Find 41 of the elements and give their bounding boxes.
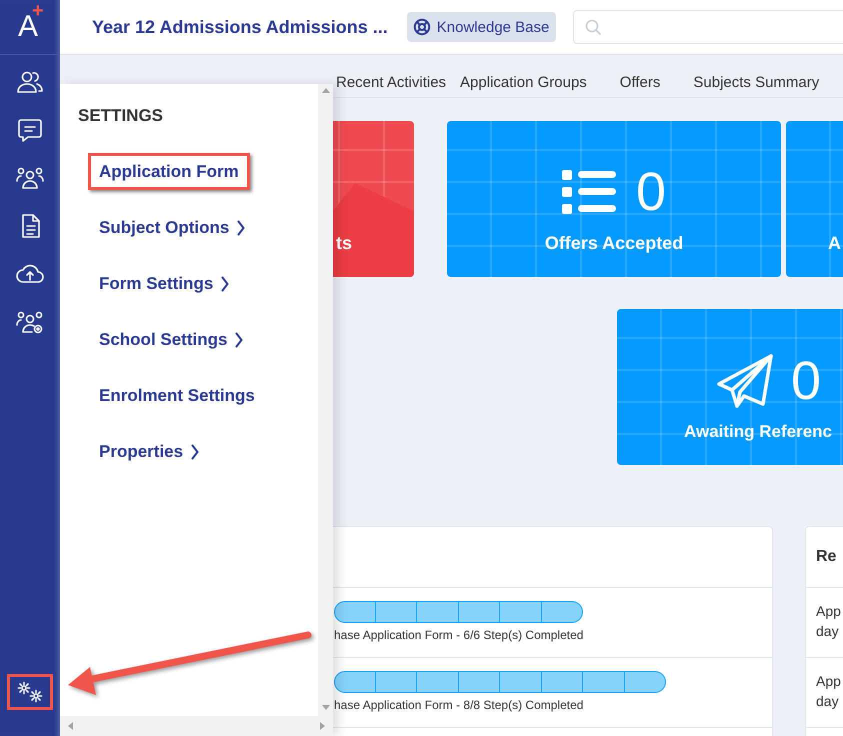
menu-item[interactable]: Form Settings	[99, 265, 230, 302]
menu-item[interactable]: Application Form	[88, 153, 250, 190]
row-text: App	[816, 603, 842, 619]
card-value: 0	[791, 354, 822, 408]
settings-button[interactable]	[7, 674, 53, 710]
menu-item[interactable]: School Settings	[99, 321, 244, 358]
row-text: day	[816, 623, 840, 639]
tab[interactable]: Recent Activities	[336, 62, 446, 90]
lifebuoy-icon	[412, 18, 431, 36]
menu-title: SETTINGS	[78, 106, 164, 126]
card-label: A	[828, 233, 841, 254]
menu-item[interactable]: Enrolment Settings	[99, 377, 255, 414]
panel-title: Re	[816, 548, 836, 566]
list-icon	[562, 169, 618, 215]
gears-icon	[15, 680, 45, 704]
menu-item[interactable]: Subject Options	[99, 209, 246, 246]
progress-text: hase Application Form - 8/8 Step(s) Completed	[334, 698, 584, 712]
chevron-right-icon	[235, 332, 244, 348]
chevron-right-icon	[191, 444, 200, 460]
card-label: ts	[336, 233, 352, 254]
scroll-right-icon	[320, 722, 325, 730]
paper-plane-icon	[717, 354, 773, 408]
row-text: day	[816, 693, 840, 709]
search-icon	[585, 19, 602, 35]
tab[interactable]: Subjects Summary	[693, 62, 820, 90]
card-label: Offers Accepted	[544, 233, 684, 254]
row-text: App	[816, 673, 842, 689]
tab[interactable]: Offers	[620, 62, 660, 90]
menu-item[interactable]: Properties	[99, 433, 200, 470]
chevron-right-icon	[221, 276, 230, 292]
scroll-left-icon	[68, 722, 73, 730]
tab[interactable]: Application Groups	[460, 62, 587, 90]
page-title: Year 12 Admissions Admissions ...	[92, 16, 388, 38]
chevron-right-icon	[237, 220, 246, 236]
scroll-up-icon	[322, 88, 330, 93]
progress-text: hase Application Form - 6/6 Step(s) Completed	[334, 628, 584, 642]
card-label: Awaiting Referenc	[684, 422, 832, 442]
search-field[interactable]	[573, 10, 843, 44]
scroll-down-icon	[322, 705, 330, 710]
card-value: 0	[636, 165, 666, 219]
knowledge-base-button[interactable]: Knowledge Base	[406, 12, 556, 42]
